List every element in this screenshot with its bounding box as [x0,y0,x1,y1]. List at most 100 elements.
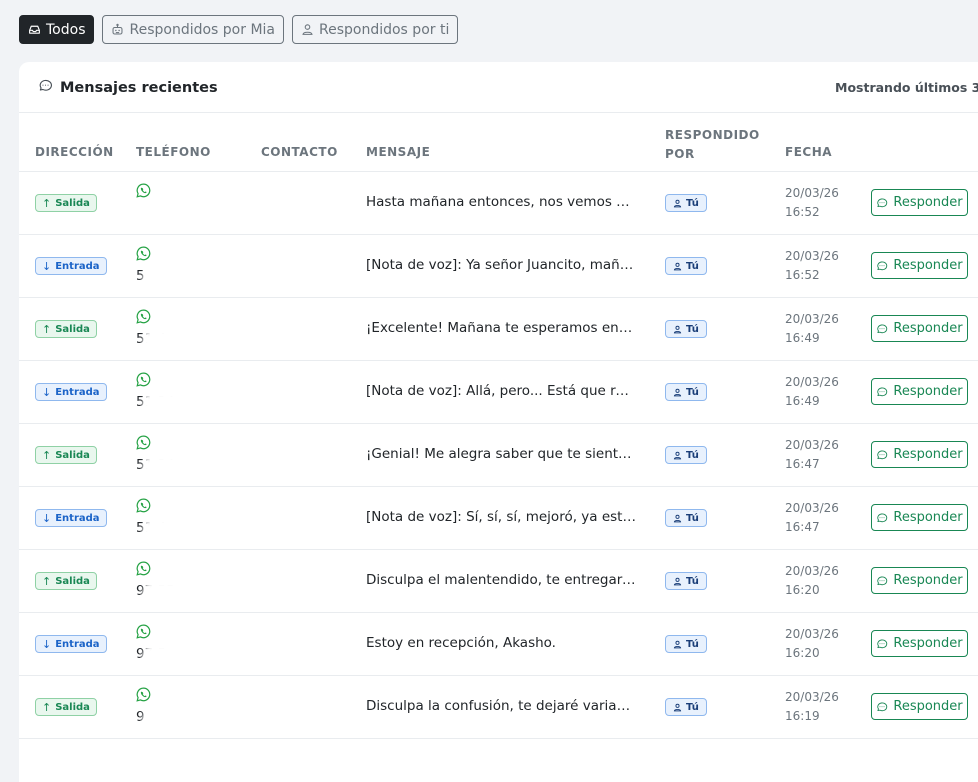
reply-button[interactable]: Responder [871,567,968,594]
message-date: 20/03/26 [785,312,839,326]
reply-button[interactable]: Responder [871,189,968,216]
person-icon [673,514,682,523]
answered-by-badge: Tú [665,194,707,212]
person-icon [673,262,682,271]
person-icon [673,325,682,334]
person-icon [673,388,682,397]
redaction-blur [142,392,226,418]
reply-label: Responder [893,384,963,399]
phone-cell: 51 34 [136,372,246,418]
message-time: 16:47 [785,457,820,471]
chat-bubble-icon [876,449,888,461]
reply-label: Responder [893,636,963,651]
message-date: 20/03/26 [785,564,839,578]
reply-button[interactable]: Responder [871,630,968,657]
message-date: 20/03/26 [785,690,839,704]
message-text: [Nota de voz]: Allá, pero... Está que re… [366,383,636,399]
reply-button[interactable]: Responder [871,693,968,720]
direction-label: Salida [55,575,90,587]
direction-badge: ↓ Entrada [35,383,107,401]
filter-mia-button[interactable]: Respondidos por Mia [102,15,284,44]
direction-badge: ↑ Salida [35,698,97,716]
message-text: ¡Genial! Me alegra saber que te sientes … [366,446,636,462]
message-datetime: 20/03/26 16:49 [785,373,839,411]
table-row: ↓ Entrada 97 5 Estoy en recepción, Akash… [19,613,978,676]
table-row: ↑ Salida Hasta mañana entonces, nos vemo… [19,172,978,235]
answered-by-badge: Tú [665,383,707,401]
chat-bubble-icon [876,260,888,272]
robot-icon [111,23,124,36]
phone-cell: 5 [136,246,246,292]
whatsapp-icon [136,561,151,576]
direction-label: Salida [55,701,90,713]
col-answered-by: RESPONDIDO POR [665,128,760,161]
chat-bubble-icon [876,638,888,650]
whatsapp-icon [136,246,151,261]
answered-by-label: Tú [686,197,699,209]
reply-button[interactable]: Responder [871,441,968,468]
table-row: ↑ Salida 51 4 ¡Excelente! Mañana te espe… [19,298,978,361]
arrow-up-icon: ↑ [42,196,52,210]
direction-badge: ↓ Entrada [35,257,107,275]
direction-badge: ↑ Salida [35,572,97,590]
direction-badge: ↓ Entrada [35,635,107,653]
message-date: 20/03/26 [785,501,839,515]
answered-by-label: Tú [686,323,699,335]
person-icon [673,640,682,649]
arrow-up-icon: ↑ [42,448,52,462]
reply-button[interactable]: Responder [871,252,968,279]
reply-label: Responder [893,573,963,588]
person-icon [673,577,682,586]
table-row: ↑ Salida 97 55 Disculpa el malentendido,… [19,550,978,613]
filter-you-button[interactable]: Respondidos por ti [292,15,459,44]
answered-by-label: Tú [686,701,699,713]
table-row: ↑ Salida 9 Disculpa la confusión, te dej… [19,676,978,739]
answered-by-badge: Tú [665,698,707,716]
redaction-blur [142,455,226,481]
message-time: 16:19 [785,709,820,723]
phone-cell [136,183,246,229]
answered-by-label: Tú [686,260,699,272]
col-direction: DIRECCIÓN [35,145,114,159]
reply-button[interactable]: Responder [871,315,968,342]
table-row: ↓ Entrada 5 [Nota de voz]: Ya señor Juan… [19,235,978,298]
inbox-icon [28,23,41,36]
answered-by-label: Tú [686,386,699,398]
whatsapp-icon [136,687,151,702]
person-icon [301,23,314,36]
message-datetime: 20/03/26 16:20 [785,562,839,600]
reply-label: Responder [893,699,963,714]
direction-badge: ↑ Salida [35,320,97,338]
message-datetime: 20/03/26 16:52 [785,184,839,222]
redaction-blur [142,266,226,292]
filter-all-button[interactable]: Todos [19,15,95,44]
message-text: Hasta mañana entonces, nos vemos en Sa..… [366,194,636,210]
message-date: 20/03/26 [785,438,839,452]
answered-by-badge: Tú [665,257,707,275]
chat-bubble-icon [876,575,888,587]
message-date: 20/03/26 [785,186,839,200]
answered-by-label: Tú [686,575,699,587]
filter-label: Respondidos por Mia [129,21,275,38]
whatsapp-icon [136,498,151,513]
recent-messages-card: Mensajes recientes Mostrando últimos 30 … [19,62,978,782]
message-datetime: 20/03/26 16:49 [785,310,839,348]
card-title: Mensajes recientes [38,78,218,97]
message-datetime: 20/03/26 16:47 [785,436,839,474]
person-icon [673,199,682,208]
table-row: ↓ Entrada 51 34 [Nota de voz]: Allá, per… [19,361,978,424]
reply-button[interactable]: Responder [871,378,968,405]
message-date: 20/03/26 [785,627,839,641]
col-message: MENSAJE [366,145,431,159]
message-text: [Nota de voz]: Ya señor Juancito, mañana… [366,257,636,273]
direction-label: Salida [55,323,90,335]
redaction-blur [142,707,226,733]
message-text: Disculpa el malentendido, te entregaré l… [366,572,636,588]
message-time: 16:49 [785,331,820,345]
chat-bubble-icon [876,512,888,524]
message-datetime: 20/03/26 16:20 [785,625,839,663]
reply-button[interactable]: Responder [871,504,968,531]
phone-cell: 51 34 [136,435,246,481]
answered-by-badge: Tú [665,635,707,653]
person-icon [673,703,682,712]
